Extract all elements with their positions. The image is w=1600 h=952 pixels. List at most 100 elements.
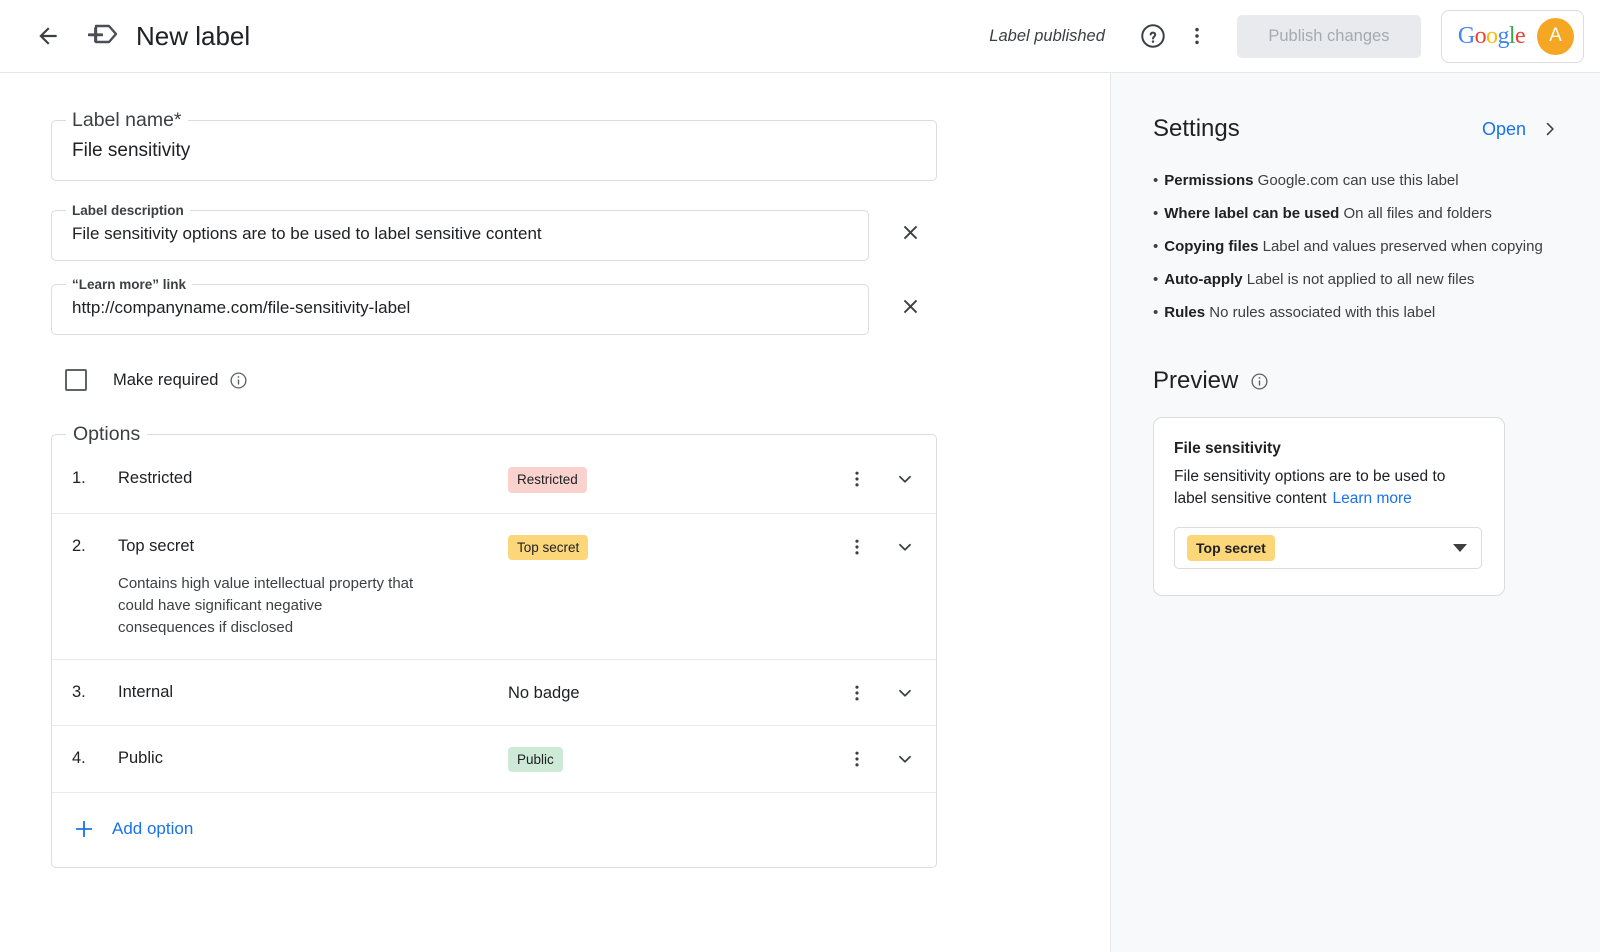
learn-more-link-field[interactable]: “Learn more” link http://companyname.com… <box>51 277 869 335</box>
new-label-icon <box>86 21 118 51</box>
settings-item-value: Label is not applied to all new files <box>1247 271 1475 288</box>
chevron-right-icon <box>1540 119 1560 139</box>
bullet-icon: • <box>1153 169 1158 193</box>
label-description-row: Label description File sensitivity optio… <box>51 203 1110 261</box>
preview-card: File sensitivity File sensitivity option… <box>1153 417 1505 596</box>
label-description-input[interactable]: File sensitivity options are to be used … <box>52 218 868 249</box>
add-option-label: Add option <box>112 819 193 839</box>
open-settings-button[interactable]: Open <box>1482 119 1560 140</box>
info-icon <box>1250 372 1269 391</box>
bullet-icon: • <box>1153 268 1158 292</box>
status-badge: Top secret <box>508 535 588 561</box>
option-more-button[interactable] <box>844 747 870 771</box>
option-expand-button[interactable] <box>892 535 918 559</box>
more-vertical-icon <box>1186 25 1208 47</box>
clear-description-button[interactable] <box>887 209 933 255</box>
table-row[interactable]: 3. Internal No badge <box>52 659 936 725</box>
page-body: Label name* File sensitivity Label descr… <box>0 73 1600 952</box>
learn-more-link-legend: “Learn more” link <box>66 277 192 292</box>
option-expand-button[interactable] <box>892 747 918 771</box>
caret-down-icon <box>1453 544 1467 552</box>
option-content: Public <box>118 746 508 770</box>
settings-item-key: Auto-apply <box>1164 271 1242 288</box>
label-name-legend: Label name* <box>66 109 188 132</box>
more-vertical-icon <box>847 683 867 703</box>
publish-changes-button[interactable]: Publish changes <box>1237 15 1421 58</box>
make-required-checkbox[interactable] <box>65 369 87 391</box>
settings-item-value: On all files and folders <box>1344 205 1492 222</box>
settings-item-key: Where label can be used <box>1164 205 1339 222</box>
option-title: Top secret <box>118 534 508 558</box>
avatar[interactable]: A <box>1537 18 1574 55</box>
plus-icon <box>74 819 94 839</box>
option-more-button[interactable] <box>844 467 870 491</box>
option-more-button[interactable] <box>844 535 870 559</box>
settings-item-value: Label and values preserved when copying <box>1263 238 1543 255</box>
table-row[interactable]: 4. Public Public <box>52 725 936 793</box>
chevron-down-icon <box>894 682 916 704</box>
header-right-group: Label published Publish changes Google A <box>989 10 1584 63</box>
label-name-input[interactable]: File sensitivity <box>52 132 936 170</box>
account-chip[interactable]: Google A <box>1441 10 1584 63</box>
option-actions <box>844 746 918 771</box>
info-icon <box>229 371 248 390</box>
option-expand-button[interactable] <box>892 681 918 705</box>
chevron-down-icon <box>894 536 916 558</box>
preview-info-button[interactable] <box>1250 372 1269 391</box>
status-badge: Top secret <box>1187 535 1275 561</box>
make-required-row: Make required <box>65 369 1110 391</box>
option-content: Restricted <box>118 466 508 490</box>
settings-header: Settings Open <box>1153 115 1560 143</box>
option-title: Internal <box>118 680 508 704</box>
header-more-button[interactable] <box>1175 14 1219 58</box>
list-item: • Rules No rules associated with this la… <box>1153 301 1560 325</box>
learn-more-link-input[interactable]: http://companyname.com/file-sensitivity-… <box>52 292 868 323</box>
label-name-field[interactable]: Label name* File sensitivity <box>51 109 937 181</box>
option-badge-cell: Top secret <box>508 534 808 561</box>
close-icon <box>899 221 922 244</box>
option-actions <box>844 534 918 559</box>
more-vertical-icon <box>847 749 867 769</box>
make-required-info-button[interactable] <box>229 371 248 390</box>
option-description: Contains high value intellectual propert… <box>118 573 418 639</box>
option-badge-cell: No badge <box>508 680 808 705</box>
clear-link-button[interactable] <box>887 283 933 329</box>
settings-item-value: No rules associated with this label <box>1209 304 1435 321</box>
table-row[interactable]: 1. Restricted Restricted <box>52 446 936 513</box>
list-item: • Permissions Google.com can use this la… <box>1153 169 1560 193</box>
help-button[interactable] <box>1131 14 1175 58</box>
label-description-legend: Label description <box>66 203 190 218</box>
option-index: 1. <box>72 466 118 490</box>
preview-header: Preview <box>1153 367 1560 395</box>
table-row[interactable]: 2. Top secret Contains high value intell… <box>52 513 936 659</box>
add-option-button[interactable]: Add option <box>52 792 936 867</box>
make-required-label: Make required <box>113 371 218 390</box>
help-circle-icon <box>1139 22 1167 50</box>
learn-more-link[interactable]: Learn more <box>1333 490 1412 507</box>
option-expand-button[interactable] <box>892 467 918 491</box>
options-legend: Options <box>66 423 147 446</box>
option-badge-cell: Restricted <box>508 466 808 493</box>
preview-card-title: File sensitivity <box>1174 440 1482 458</box>
preview-value-select[interactable]: Top secret <box>1174 527 1482 569</box>
list-item: • Auto-apply Label is not applied to all… <box>1153 268 1560 292</box>
option-more-button[interactable] <box>844 681 870 705</box>
side-panel: Settings Open • Permissions Google.com c… <box>1110 73 1600 952</box>
open-settings-label: Open <box>1482 119 1526 140</box>
option-actions <box>844 466 918 491</box>
settings-item-key: Permissions <box>1164 172 1253 189</box>
settings-list: • Permissions Google.com can use this la… <box>1153 169 1560 325</box>
label-description-field[interactable]: Label description File sensitivity optio… <box>51 203 869 261</box>
bullet-icon: • <box>1153 235 1158 259</box>
option-content: Top secret Contains high value intellect… <box>118 534 508 639</box>
more-vertical-icon <box>847 469 867 489</box>
settings-item-key: Rules <box>1164 304 1205 321</box>
status-badge: Restricted <box>508 467 587 493</box>
back-button[interactable] <box>26 14 70 58</box>
chevron-down-icon <box>894 748 916 770</box>
option-badge-cell: Public <box>508 746 808 773</box>
option-index: 3. <box>72 680 118 704</box>
option-content: Internal <box>118 680 508 704</box>
publish-status-text: Label published <box>989 27 1105 46</box>
google-logo: Google <box>1458 23 1525 50</box>
